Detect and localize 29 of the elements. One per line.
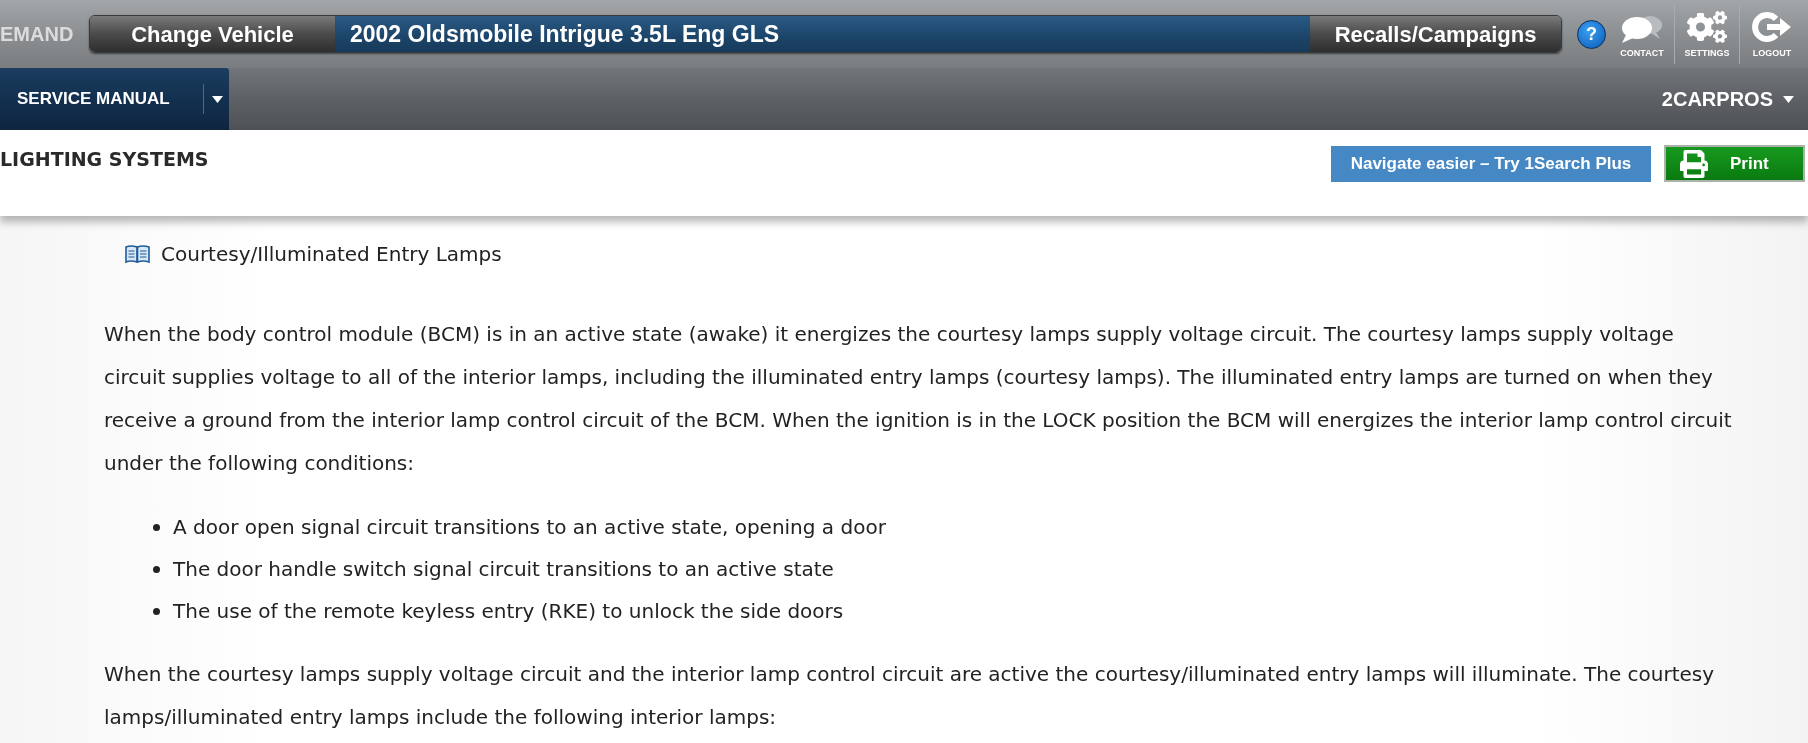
body-paragraph: When the body control module (BCM) is in an active state (awake) it energizes the courtesy lamps supply voltage circuit. The courtesy lamps supply voltage circuit supplies voltage to all of the interior lamps, including the illuminated entry lamps (courtesy lamps). The illuminated entry lamps are turned on when they receive a ground from the interior lamp control circuit of the BCM. When the ignition is in the LOCK position the BCM will energizes the interior lamp control circuit under the following conditions: bbox=[104, 321, 1733, 477]
try-search-button[interactable]: Navigate easier – Try 1Search Plus bbox=[1331, 145, 1651, 182]
printer-icon bbox=[1680, 150, 1708, 177]
bullet-icon bbox=[153, 565, 160, 573]
print-button[interactable]: Print bbox=[1664, 145, 1805, 182]
toolbar-button[interactable]: SETTINGS bbox=[1675, 4, 1739, 64]
recalls-button[interactable]: Recalls/Campaigns bbox=[1310, 16, 1561, 52]
help-button[interactable]: ? bbox=[1577, 19, 1606, 49]
logout-icon bbox=[1752, 10, 1792, 43]
article-title: Courtesy/Illuminated Entry Lamps bbox=[161, 241, 502, 268]
gears-icon bbox=[1687, 10, 1727, 43]
bullet-icon bbox=[153, 523, 160, 531]
bullet-icon bbox=[153, 607, 160, 615]
body-paragraph: When the courtesy lamps supply voltage circuit and the interior lamp control circuit are active the courtesy/illuminated entry lamps will illuminate. The courtesy lamps/illuminated entry lamps include the following interior lamps: bbox=[104, 661, 1716, 731]
speech-bubbles-icon bbox=[1620, 14, 1664, 43]
page-title: LIGHTING SYSTEMS bbox=[0, 147, 209, 171]
bullet-text: The door handle switch signal circuit transitions to an active state bbox=[173, 556, 834, 583]
bullet-text: A door open signal circuit transitions to an active state, opening a door bbox=[173, 514, 886, 541]
bullet-text: The use of the remote keyless entry (RKE) to unlock the side doors bbox=[173, 598, 844, 625]
toolbar-button[interactable]: LOGOUT bbox=[1740, 4, 1804, 64]
account-menu[interactable]: 2CARPROS bbox=[1661, 68, 1808, 130]
brand-text: EMAND bbox=[0, 22, 75, 47]
toolbar-button[interactable]: CONTACT bbox=[1610, 4, 1674, 64]
vehicle-title: 2002 Oldsmobile Intrigue 3.5L Eng GLS bbox=[335, 16, 1310, 52]
book-icon bbox=[125, 245, 150, 263]
manual-dropdown[interactable]: SERVICE MANUAL bbox=[0, 68, 229, 130]
caret-icon bbox=[212, 95, 223, 103]
change-vehicle-button[interactable]: Change Vehicle bbox=[90, 16, 335, 52]
caret-icon bbox=[1783, 95, 1794, 103]
